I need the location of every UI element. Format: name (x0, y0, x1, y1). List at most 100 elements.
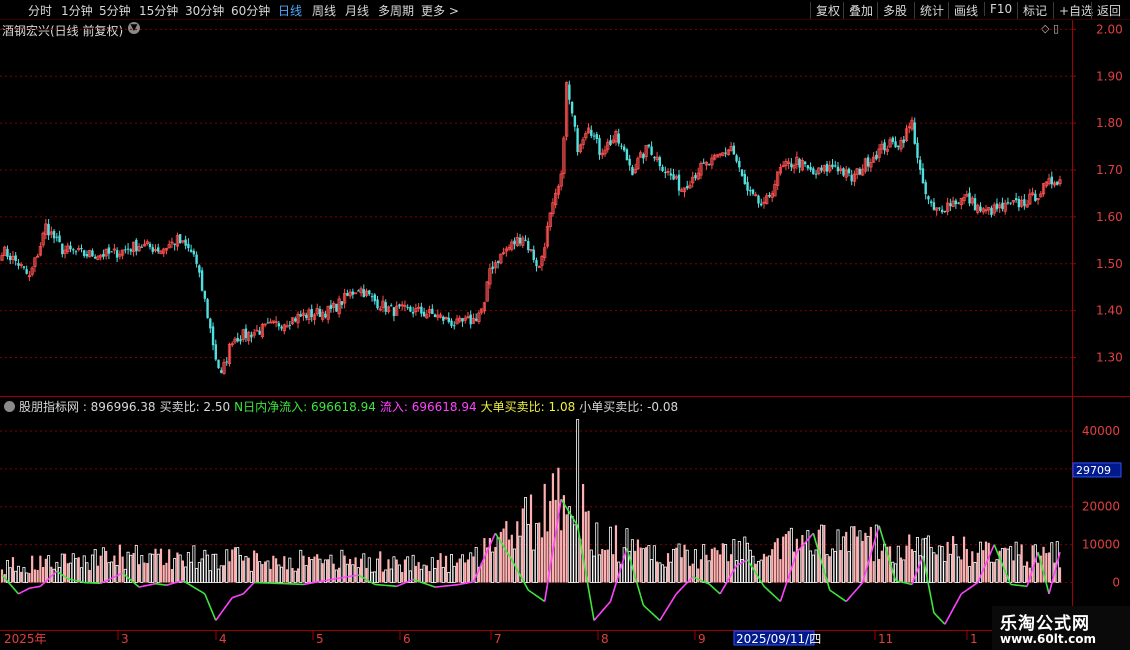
collapse-icon[interactable] (4, 401, 15, 412)
netflow-line (533, 593, 537, 597)
candle-body (866, 157, 870, 167)
netflow-line (936, 615, 940, 620)
volume-bar (960, 559, 963, 583)
candle-body (803, 161, 807, 165)
volume-bar (1012, 560, 1015, 583)
candle-body (203, 290, 207, 299)
candle-body (650, 146, 653, 155)
candle-body (324, 313, 327, 318)
candle-body (1034, 193, 1037, 201)
candle-body (244, 328, 248, 339)
volume-bar (606, 549, 609, 583)
volume-bar (195, 568, 199, 583)
netflow-line (637, 586, 642, 597)
candle-body (979, 206, 982, 211)
volume-bar (625, 528, 629, 583)
volume-bar (214, 553, 218, 583)
netflow-line (837, 595, 842, 599)
date-label: 11 (878, 632, 893, 646)
stock-chart[interactable]: 2.001.901.801.701.601.501.401.3040000300… (0, 0, 1130, 650)
netflow-line (530, 591, 535, 595)
netflow-line (840, 597, 844, 601)
netflow-line (878, 525, 883, 536)
volume-bar (1026, 561, 1029, 583)
netflow-line (20, 590, 25, 594)
candle-body (384, 302, 387, 312)
volume-bar (560, 530, 563, 583)
netflow-line (741, 560, 746, 564)
candle-body (595, 134, 598, 139)
volume-bar (222, 565, 226, 583)
netflow-line (845, 597, 850, 602)
volume-bar (672, 548, 676, 583)
candle-body (335, 303, 338, 312)
candle-body (329, 304, 333, 310)
volume-bar (274, 558, 278, 583)
candle-body (225, 361, 228, 363)
volume-bar (283, 556, 286, 583)
netflow-line (763, 585, 768, 590)
volume-bar (16, 565, 20, 583)
candle-body (1017, 198, 1021, 208)
netflow-line (927, 584, 932, 599)
candle-body (592, 135, 596, 137)
volume-bar (82, 555, 86, 583)
volume-bar (39, 555, 42, 583)
volume-bar (293, 570, 297, 583)
candle-body (362, 289, 366, 298)
candle-body (406, 307, 409, 309)
candle-body (751, 189, 755, 195)
volume-bar (85, 562, 89, 583)
candle-body (390, 305, 393, 307)
netflow-line (711, 585, 716, 590)
netflow-line (933, 612, 938, 617)
volume-bar (159, 548, 163, 583)
volume-bar (771, 549, 774, 583)
volume-bar (176, 552, 179, 583)
volume-bar (74, 558, 78, 583)
indicator-value-4: 大单买卖比: 1.08 (480, 400, 576, 414)
volume-bar (699, 559, 703, 583)
price-label: 1.80 (1096, 116, 1123, 130)
candle-body (891, 137, 895, 142)
candle-body (631, 166, 634, 176)
netflow-line (955, 598, 960, 605)
candle-body (831, 164, 834, 168)
volume-bar (943, 561, 947, 583)
candle-body (932, 202, 936, 210)
candle-body (658, 157, 662, 167)
netflow-line (6, 580, 11, 585)
volume-bar (42, 566, 45, 583)
candle-body (83, 250, 86, 256)
volume-bar (908, 534, 911, 583)
volume-bar (652, 545, 656, 583)
volume-bar (666, 553, 670, 583)
volume-bar (313, 556, 316, 583)
candle-body (200, 270, 204, 291)
volume-bar (940, 546, 944, 583)
volume-bar (776, 538, 779, 583)
volume-bar (856, 536, 859, 583)
price-label: 1.50 (1096, 257, 1123, 271)
volume-bar (242, 560, 245, 583)
price-label: 2.00 (1096, 22, 1123, 36)
volume-bar (430, 557, 434, 583)
volume-bar (641, 548, 645, 583)
netflow-line (371, 582, 376, 586)
volume-bar (14, 570, 18, 583)
date-label: 2025年 (4, 632, 47, 646)
netflow-line (412, 578, 417, 582)
volume-bar (419, 568, 423, 583)
volume-bar (22, 567, 26, 583)
candle-body (85, 254, 89, 257)
netflow-line (949, 608, 954, 615)
indicator-value-1: 买卖比: 2.50 (159, 400, 231, 414)
volume-bar (724, 544, 728, 583)
volume-bar (403, 559, 407, 583)
candle-body (1014, 198, 1018, 201)
netflow-line (538, 597, 543, 601)
netflow-line (807, 535, 812, 541)
candle-body (288, 324, 291, 326)
volume-bar (782, 536, 785, 583)
netflow-line (782, 584, 787, 594)
